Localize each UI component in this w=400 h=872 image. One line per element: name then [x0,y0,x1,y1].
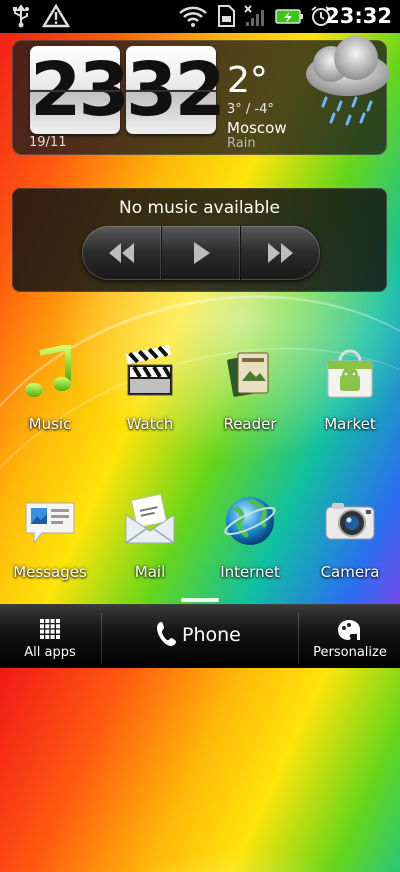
message-bubble-icon [25,502,75,545]
wifi-icon [178,4,208,28]
app-messages[interactable]: Messages [0,493,100,581]
city-name: Moscow [227,119,287,137]
status-time: 23:32 [325,4,392,28]
warning-icon [42,4,70,28]
music-widget: No music available [12,188,387,292]
app-label: Reader [223,415,277,433]
clock-weather-widget[interactable]: 23 32 19/11 2° 3° / -4° Moscow Rain [12,36,390,155]
clock-minute: 32 [126,46,226,134]
app-camera[interactable]: Camera [300,493,400,581]
app-market[interactable]: Market [300,345,400,433]
app-label: Watch [126,415,174,433]
app-internet[interactable]: Internet [200,493,300,581]
rain-cloud-icon [306,36,390,126]
app-label: Messages [13,563,87,581]
clapperboard-icon [125,345,173,396]
app-watch[interactable]: Watch [100,345,200,433]
app-label: Music [28,415,72,433]
all-apps-label: All apps [24,645,76,660]
camera-icon [325,503,375,540]
app-music[interactable]: Music [0,343,100,433]
dock-divider [298,613,299,663]
dock: All apps Phone Personalize [0,604,400,668]
previous-icon [109,243,135,263]
dock-handle[interactable] [181,598,219,602]
clock-hour: 23 [30,46,130,134]
personalize-button[interactable]: Personalize [300,605,400,668]
app-label: Internet [220,563,280,581]
previous-button[interactable] [82,226,161,280]
usb-icon [8,4,34,28]
market-bag-icon [327,349,373,398]
palette-icon [338,620,360,640]
globe-icon [224,497,276,545]
sd-card-icon [214,4,238,28]
battery-charging-icon [274,4,304,28]
next-icon [267,243,293,263]
flip-divider [126,90,216,92]
play-button[interactable] [160,226,241,280]
temperature: 2° [227,60,268,101]
app-label: Mail [134,563,166,581]
status-bar: 23:32 [0,0,400,33]
play-icon [194,242,210,264]
no-signal-icon [242,4,268,28]
envelope-icon [125,493,175,544]
app-label: Camera [320,563,380,581]
flip-divider [30,90,120,92]
music-controls [82,226,320,280]
grid-icon [40,619,60,639]
music-note-icon [25,343,71,397]
app-mail[interactable]: Mail [100,493,200,581]
date-label: 19/11 [29,135,67,150]
weather-condition: Rain [227,136,256,151]
app-label: Market [324,415,376,433]
next-button[interactable] [240,226,320,280]
phone-label: Phone [182,624,241,646]
app-reader[interactable]: Reader [200,345,300,433]
books-icon [227,352,269,397]
personalize-label: Personalize [313,645,387,660]
music-title: No music available [119,198,280,218]
all-apps-button[interactable]: All apps [0,605,100,668]
temperature-range: 3° / -4° [227,102,274,117]
phone-icon [157,622,176,646]
phone-button[interactable]: Phone [102,605,298,668]
